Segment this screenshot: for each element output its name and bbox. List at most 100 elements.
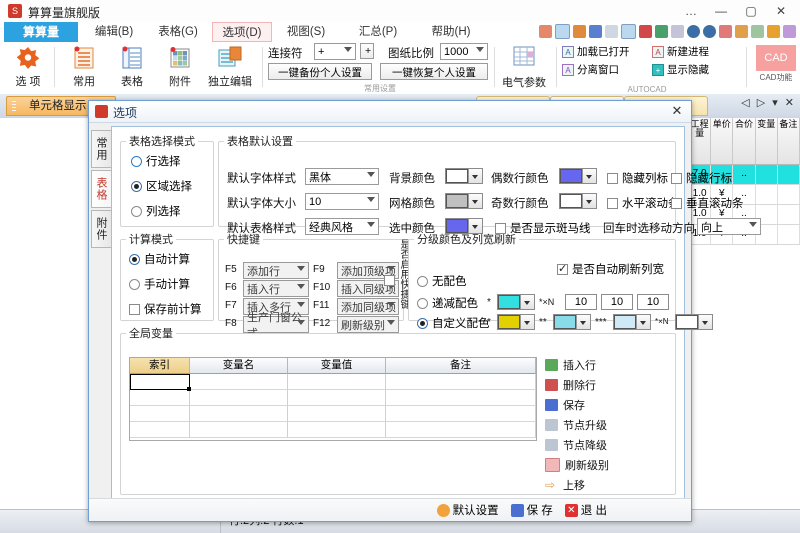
group-global-vars: 全局变量 索引 变量名 变量值 备注: [120, 325, 676, 495]
vtab-common[interactable]: 常用: [91, 130, 111, 168]
redo-icon[interactable]: [703, 25, 716, 38]
menu-item-table[interactable]: 表格(G): [148, 22, 208, 42]
menu-item-summary[interactable]: 汇总(P): [348, 22, 408, 42]
menu-item-options[interactable]: 选项(D): [212, 22, 272, 42]
decrement-n1-input[interactable]: 10: [565, 294, 597, 310]
ribbon-button-common[interactable]: 常用: [62, 44, 106, 89]
check-auto-refresh-colwidth[interactable]: 是否自动刷新列宽: [557, 261, 664, 277]
calendar-icon[interactable]: [639, 25, 652, 38]
menu-item-help[interactable]: 帮助(H): [420, 22, 482, 42]
footer-exit[interactable]: ✕退 出: [565, 502, 607, 518]
connector-select[interactable]: +: [314, 43, 356, 60]
new-doc-icon[interactable]: [555, 24, 570, 39]
check-calc-before-save[interactable]: 保存前计算: [129, 301, 202, 317]
autocad-show-hide[interactable]: +显示隐藏: [652, 62, 709, 77]
dialog-pane-table: 表格选择模式 行选择 区域选择 列选择 表格默认设置 默认字体样式 黑体 背景颜…: [111, 126, 685, 516]
zoom-icon[interactable]: [767, 25, 780, 38]
radio-manual-calc[interactable]: 手动计算: [129, 276, 190, 292]
ribbon-button-options[interactable]: 选 项: [6, 44, 50, 89]
decrement-n3-input[interactable]: 10: [637, 294, 669, 310]
radio-no-color[interactable]: 无配色: [417, 273, 467, 289]
decrement-n2-input[interactable]: 10: [601, 294, 633, 310]
footer-default-settings[interactable]: 默认设置: [437, 502, 499, 518]
font-style-select[interactable]: 黑体: [305, 168, 379, 185]
global-vars-table[interactable]: 索引 变量名 变量值 备注: [129, 357, 537, 441]
odd-row-color-picker[interactable]: [559, 193, 597, 209]
btn-refresh-level[interactable]: 刷新级别: [545, 455, 655, 475]
col-header-total: 合价: [733, 118, 755, 164]
split-h-icon[interactable]: [735, 25, 748, 38]
maximize-button[interactable]: ▢: [736, 0, 766, 22]
autocad-detach-window[interactable]: A分离窗口: [562, 62, 630, 77]
ribbon-cad-panel[interactable]: CAD CAD功能: [756, 45, 796, 83]
autocad-new-process[interactable]: A新建进程: [652, 44, 709, 59]
copy-icon[interactable]: [621, 24, 636, 39]
btn-move-up[interactable]: ⇨上移: [545, 475, 655, 495]
gv-row[interactable]: [130, 374, 536, 390]
radio-column-select[interactable]: 列选择: [131, 203, 181, 219]
gv-row[interactable]: [130, 406, 536, 422]
minimize-button[interactable]: —: [706, 0, 736, 22]
btn-node-promote[interactable]: 节点升级: [545, 415, 655, 435]
more-button[interactable]: …: [676, 0, 706, 22]
menu-item-edit[interactable]: 编辑(B): [84, 22, 144, 42]
radio-area-select[interactable]: 区域选择: [131, 178, 192, 194]
footer-save[interactable]: 保 存: [511, 502, 553, 518]
radio-decrement-color[interactable]: 递减配色: [417, 295, 478, 311]
gv-row[interactable]: [130, 422, 536, 438]
undo-icon[interactable]: [687, 25, 700, 38]
bg-color-picker[interactable]: [445, 168, 483, 184]
check-v-scrollbar[interactable]: 垂直滚动条: [671, 195, 744, 211]
gv-col-remark: 备注: [386, 358, 536, 374]
btn-delete-row[interactable]: 删除行: [545, 375, 655, 395]
tab-nav-arrows[interactable]: ◁ ▷ ▾ ✕: [741, 96, 796, 109]
enter-direction-select[interactable]: 向上: [697, 218, 761, 235]
ribbon-button-electric-params[interactable]: 电气参数: [498, 45, 550, 90]
dialog-close-button[interactable]: ✕: [669, 103, 685, 119]
radio-row-select[interactable]: 行选择: [131, 153, 181, 169]
backup-settings-button[interactable]: 一键备份个人设置: [268, 63, 372, 80]
even-row-color-picker[interactable]: [559, 168, 597, 184]
check-hide-row-header[interactable]: 隐藏行标: [671, 170, 732, 186]
shortcut-select-f5[interactable]: 添加行: [243, 262, 309, 279]
panel-icon[interactable]: [783, 25, 796, 38]
autocad-load-opened[interactable]: A加载已打开: [562, 44, 630, 59]
shortcut-select-f11[interactable]: 添加同级项: [337, 298, 399, 315]
bg-color-label: 背景颜色: [389, 170, 435, 186]
connector-label: 连接符: [268, 45, 303, 61]
close-button[interactable]: ✕: [766, 0, 796, 22]
image-icon[interactable]: [719, 25, 732, 38]
split-v-icon[interactable]: [751, 25, 764, 38]
vtab-attachment[interactable]: 附件: [91, 210, 111, 248]
ribbon-button-table[interactable]: 表格: [110, 44, 154, 89]
check-enable-shortcuts[interactable]: [384, 275, 395, 286]
btn-insert-row[interactable]: 插入行: [545, 355, 655, 375]
font-style-label: 默认字体样式: [227, 170, 296, 186]
save-icon[interactable]: [589, 25, 602, 38]
check-hide-col-header[interactable]: 隐藏列标: [607, 170, 668, 186]
grid-color-picker[interactable]: [445, 193, 483, 209]
print-icon[interactable]: [655, 25, 668, 38]
btn-node-demote[interactable]: 节点降级: [545, 435, 655, 455]
menu-item-view[interactable]: 视图(S): [276, 22, 336, 42]
scale-select[interactable]: 1000: [440, 43, 488, 60]
font-size-select[interactable]: 10: [305, 193, 379, 210]
gv-row[interactable]: [130, 390, 536, 406]
restore-settings-button[interactable]: 一键恢复个人设置: [380, 63, 488, 80]
dialog-vertical-tabs: 常用 表格 附件: [91, 130, 111, 250]
radio-auto-calc[interactable]: 自动计算: [129, 251, 190, 267]
columns-icon[interactable]: [671, 25, 684, 38]
decrement-color-picker[interactable]: [497, 294, 535, 310]
menu-home[interactable]: 算算量: [4, 22, 78, 42]
ribbon-button-attachment[interactable]: 附件: [158, 44, 202, 89]
btn-save[interactable]: 保存: [545, 395, 655, 415]
gv-cell-remark: [386, 374, 536, 390]
custom-color4-picker[interactable]: [675, 314, 713, 330]
vtab-table[interactable]: 表格: [91, 170, 111, 208]
connector-plus-button[interactable]: +: [360, 43, 374, 59]
text-tool-icon[interactable]: [539, 25, 552, 38]
ribbon-button-independent-edit[interactable]: 独立编辑: [202, 44, 258, 89]
open-icon[interactable]: [573, 25, 586, 38]
shortcut-select-f6[interactable]: 插入行: [243, 280, 309, 297]
check-h-scrollbar[interactable]: 水平滚动条: [607, 195, 680, 211]
